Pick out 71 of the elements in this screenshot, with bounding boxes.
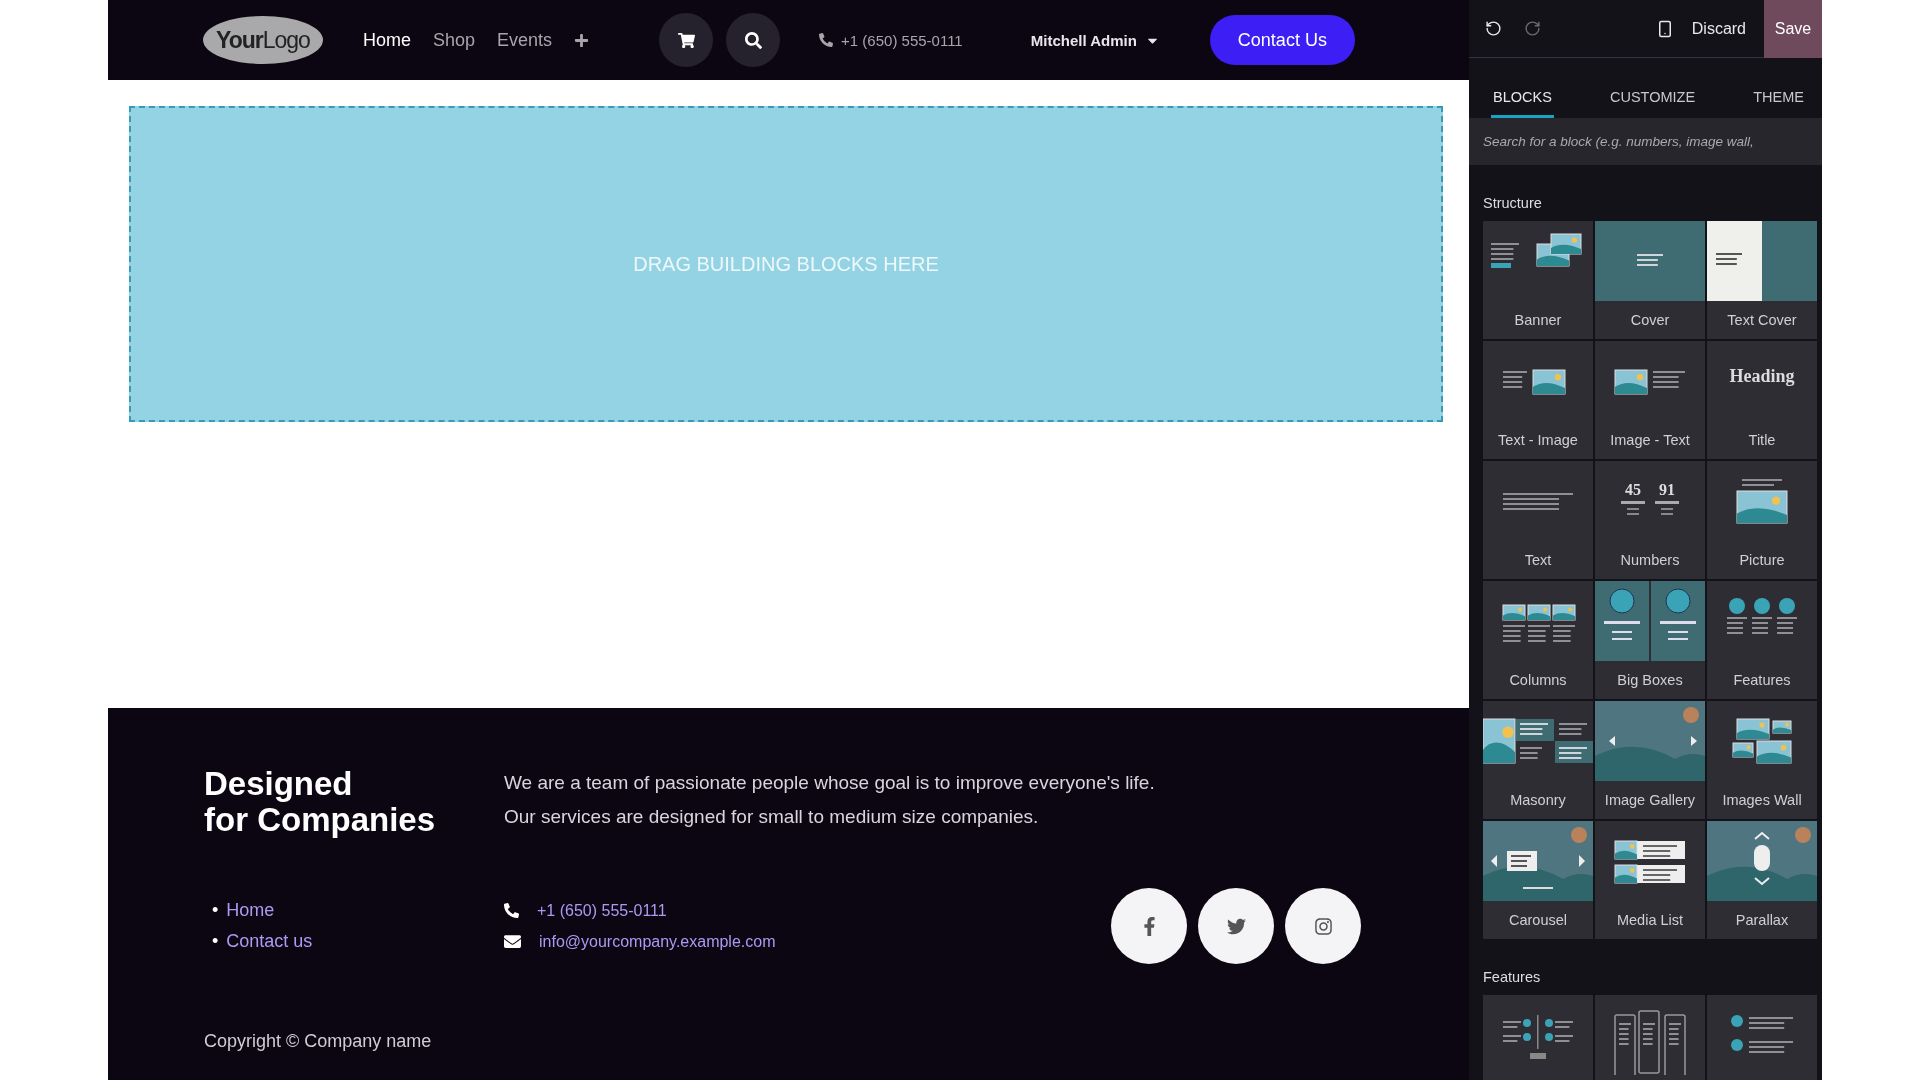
heading-sample-text: Heading bbox=[1729, 366, 1795, 386]
block-tile[interactable]: Columns bbox=[1483, 581, 1593, 699]
number-sample-text: 91 bbox=[1659, 481, 1675, 498]
block-thumbnail-drawing bbox=[1614, 1010, 1686, 1075]
block-tile[interactable]: Cover bbox=[1595, 221, 1705, 339]
block-thumbnail-drawing bbox=[1731, 1015, 1793, 1053]
footer-description: We are a team of passionate people whose goal is to improve everyone's life. Our services are designed for small to medium size companies. bbox=[504, 771, 1155, 829]
block-tile[interactable]: Text bbox=[1483, 461, 1593, 579]
copyright-text: Copyright © Company name bbox=[204, 1031, 433, 1052]
panel-tab[interactable]: THEME bbox=[1751, 89, 1806, 118]
block-tile[interactable]: Big Boxes bbox=[1595, 581, 1705, 699]
section-title: Structure bbox=[1482, 194, 1543, 213]
footer-title: Designed for Companies bbox=[204, 766, 437, 838]
block-tile[interactable]: Images Wall bbox=[1707, 701, 1817, 819]
add-icon[interactable] bbox=[574, 32, 590, 48]
block-tile[interactable]: Text Cover bbox=[1707, 221, 1817, 339]
block-thumbnail-drawing bbox=[1727, 598, 1797, 634]
block-tile[interactable] bbox=[1483, 995, 1593, 1080]
block-tile[interactable]: Text - Image bbox=[1483, 341, 1593, 459]
block-thumbnail-drawing bbox=[1732, 718, 1792, 764]
cart-icon bbox=[677, 31, 695, 49]
footer-email-link[interactable]: info@yourcompany.example.com bbox=[539, 932, 776, 951]
search-icon bbox=[744, 31, 762, 49]
block-tile[interactable]: Masonry bbox=[1483, 701, 1593, 819]
block-tile[interactable]: Media List bbox=[1595, 821, 1705, 939]
user-menu[interactable]: Mitchell Admin bbox=[1024, 30, 1166, 50]
block-tile[interactable] bbox=[1707, 995, 1817, 1080]
block-thumbnail-drawing bbox=[1736, 479, 1788, 524]
block-tile[interactable]: Banner bbox=[1483, 221, 1593, 339]
phone-number: +1 (650) 555-0111 bbox=[841, 31, 963, 49]
mail-icon bbox=[504, 933, 521, 950]
cart-button[interactable] bbox=[659, 13, 714, 67]
block-tile[interactable]: Heading Title bbox=[1707, 341, 1817, 459]
block-tile[interactable]: Image - Text bbox=[1595, 341, 1705, 459]
block-tile[interactable]: Picture bbox=[1707, 461, 1817, 579]
save-button[interactable]: Save bbox=[1764, 0, 1822, 58]
panel-tab[interactable]: CUSTOMIZE bbox=[1608, 89, 1698, 118]
list-bullet: • bbox=[212, 930, 219, 953]
block-tile[interactable] bbox=[1595, 995, 1705, 1080]
block-thumbnail-drawing bbox=[1503, 1015, 1573, 1059]
phone-icon bbox=[819, 33, 834, 47]
list-bullet: • bbox=[212, 899, 219, 922]
block-thumbnail-drawing bbox=[1503, 493, 1573, 510]
block-tile[interactable]: Features bbox=[1707, 581, 1817, 699]
block-tile[interactable]: Carousel bbox=[1483, 821, 1593, 939]
bird-icon bbox=[1226, 916, 1246, 936]
footer-phone-link[interactable]: +1 (650) 555-0111 bbox=[537, 901, 667, 920]
footer-link[interactable]: Home bbox=[226, 895, 275, 926]
underline-lines-drawing bbox=[1621, 501, 1679, 515]
contact-button[interactable]: Contact Us bbox=[1209, 15, 1355, 65]
section-title: Features bbox=[1482, 968, 1542, 987]
nav-link[interactable]: Events bbox=[497, 29, 553, 51]
block-tile[interactable]: Parallax bbox=[1707, 821, 1817, 939]
block-thumbnail-drawing bbox=[1503, 369, 1566, 395]
drop-zone-text: DRAG BUILDING BLOCKS HERE bbox=[633, 252, 939, 276]
footer-link[interactable]: Contact us bbox=[226, 926, 313, 957]
search-button[interactable] bbox=[726, 13, 781, 67]
undo-icon bbox=[1485, 20, 1502, 37]
block-thumbnail-drawing bbox=[1614, 840, 1685, 884]
nav-link[interactable]: Home bbox=[363, 29, 411, 51]
block-tile[interactable]: 45 91 Numbers bbox=[1595, 461, 1705, 579]
logo[interactable]: YourLogo bbox=[203, 16, 323, 64]
search-field[interactable]: Search for a block (e.g. numbers, image wall, bbox=[1469, 118, 1822, 165]
nav-link[interactable]: Shop bbox=[433, 29, 476, 51]
discard-button[interactable]: Discard bbox=[1673, 0, 1764, 58]
block-thumbnail-drawing bbox=[1614, 369, 1685, 395]
camera-icon bbox=[1313, 916, 1333, 936]
redo-icon bbox=[1524, 20, 1541, 37]
number-sample-text: 45 bbox=[1625, 481, 1641, 498]
phone-icon bbox=[504, 903, 519, 918]
block-tile[interactable]: Image Gallery bbox=[1595, 701, 1705, 819]
